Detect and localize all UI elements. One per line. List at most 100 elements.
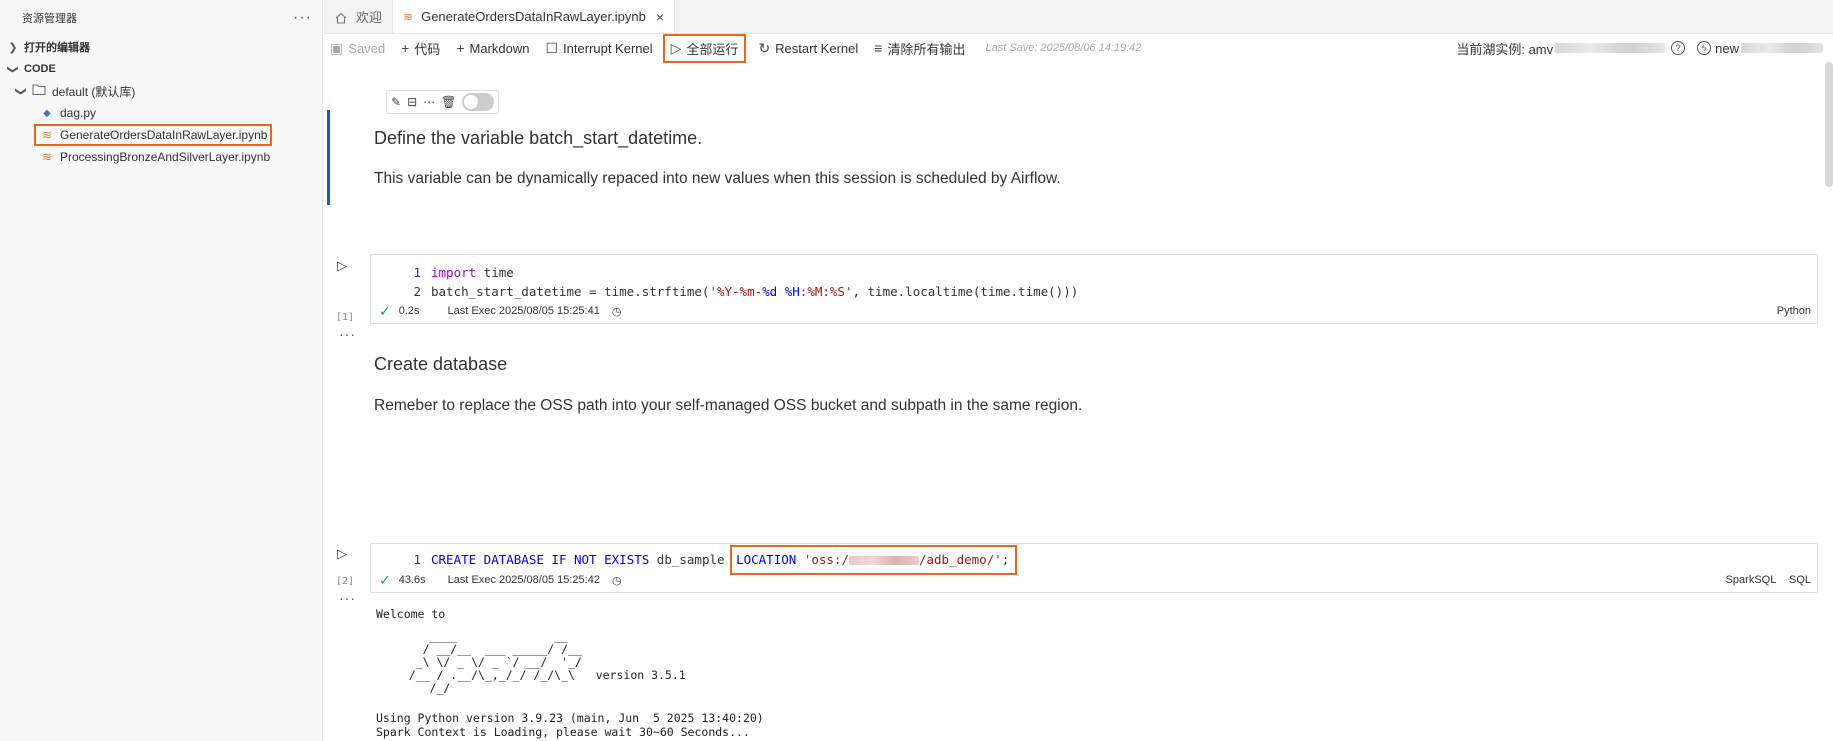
success-check-icon: ✓ — [379, 571, 391, 588]
delete-icon[interactable]: 🗑 — [441, 95, 456, 109]
lightning-icon[interactable]: ϟ — [1697, 41, 1712, 55]
markdown-heading: Create database — [374, 354, 508, 374]
open-editors-section[interactable]: ❯ 打开的编辑器 — [0, 36, 322, 58]
exec-duration: 0.2s — [398, 305, 420, 317]
add-code-label: 代码 — [414, 41, 441, 57]
explorer-title: 资源管理器 — [22, 13, 77, 25]
code-cell-2[interactable]: 1 CREATE DATABASE IF NOT EXISTS db_sample… — [370, 543, 1818, 593]
output-spark-loading: Spark Context is Loading, please wait 30… — [376, 725, 750, 739]
cell-status-bar: ✓ 0.2s Last Exec 2025/08/05 15:25:41 ◷ P… — [371, 303, 1817, 319]
interrupt-kernel-label: Interrupt Kernel — [563, 40, 653, 56]
file-item-processing-bronze[interactable]: ≋ ProcessingBronzeAndSilverLayer.ipynb — [0, 146, 322, 168]
play-icon: ▷ — [670, 39, 682, 56]
close-icon[interactable]: × — [656, 9, 664, 25]
tab-welcome[interactable]: 欢迎 — [324, 0, 392, 33]
file-label: ProcessingBronzeAndSilverLayer.ipynb — [60, 150, 271, 164]
cell-language-sparksql[interactable]: SparkSQL — [1726, 574, 1776, 586]
execution-count: [1] — [336, 312, 355, 323]
cell-more-button[interactable]: ··· — [339, 590, 356, 606]
cell-status-bar: ✓ 43.6s Last Exec 2025/08/05 15:25:42 ◷ … — [371, 572, 1817, 588]
output-welcome: Welcome to — [376, 607, 446, 621]
restart-icon: ↻ — [758, 39, 771, 56]
explorer-sidebar: 资源管理器 ··· ❯ 打开的编辑器 ❯ CODE ❯ default (默认库… — [0, 0, 323, 741]
history-icon[interactable]: ◷ — [612, 574, 622, 587]
chevron-down-icon: ❯ — [14, 86, 27, 96]
cell-action-toolbar: ✎ ⊟ ⋯ 🗑 — [386, 90, 500, 114]
instance-label: 当前湖实例: amv — [1456, 41, 1554, 57]
notebook-file-icon: ≋ — [41, 150, 53, 164]
exec-duration: 43.6s — [398, 574, 426, 586]
chevron-right-icon: ❯ — [8, 41, 18, 54]
chevron-down-icon: ❯ — [6, 64, 19, 74]
code-section-label: CODE — [24, 63, 56, 75]
success-check-icon: ✓ — [379, 302, 391, 319]
saved-label: Saved — [348, 40, 386, 56]
last-exec-time: Last Exec 2025/08/05 15:25:42 — [447, 574, 600, 586]
code-editor[interactable]: 1 CREATE DATABASE IF NOT EXISTS db_sample… — [371, 544, 1817, 575]
folder-label: default (默认库) — [52, 84, 136, 99]
clear-outputs-label: 清除所有输出 — [887, 41, 966, 57]
explorer-header: 资源管理器 ··· — [0, 0, 322, 36]
notebook-file-icon: ≋ — [41, 128, 53, 142]
restart-kernel-label: Restart Kernel — [775, 40, 859, 56]
instance-info: 当前湖实例: amv ? ϟ new — [1456, 34, 1823, 62]
active-cell-indicator — [327, 110, 330, 205]
run-all-label: 全部运行 — [686, 41, 739, 57]
execution-count: [2] — [336, 576, 355, 587]
last-save-text: Last Save: 2025/08/06 14:19:42 — [985, 42, 1142, 54]
code-line: 1 CREATE DATABASE IF NOT EXISTS db_sample… — [371, 545, 1817, 575]
add-markdown-button[interactable]: + Markdown — [456, 40, 529, 56]
help-icon[interactable]: ? — [1671, 41, 1686, 55]
edit-icon[interactable]: ✎ — [391, 95, 401, 109]
file-label: GenerateOrdersDataInRawLayer.ipynb — [60, 128, 268, 142]
tab-generate-orders[interactable]: ≋ GenerateOrdersDataInRawLayer.ipynb × — [392, 0, 675, 33]
split-cell-icon[interactable]: ⊟ — [407, 95, 417, 109]
code-cell-1[interactable]: 1 import time 2 batch_start_datetime = tim… — [370, 254, 1818, 324]
markdown-heading: Define the variable batch_start_datetime… — [374, 128, 703, 148]
folder-icon — [32, 84, 46, 98]
plus-icon: + — [456, 40, 465, 56]
markdown-paragraph: Remeber to replace the OSS path into you… — [374, 397, 1083, 414]
explorer-more-button[interactable]: ··· — [293, 9, 312, 27]
run-cell-button[interactable]: ▷ — [337, 546, 347, 562]
cell-language-sql[interactable]: SQL — [1789, 574, 1811, 586]
file-item-dag[interactable]: ◆ dag.py — [0, 102, 322, 124]
add-markdown-label: Markdown — [469, 40, 530, 56]
cell-language[interactable]: Python — [1777, 305, 1811, 317]
tab-label: GenerateOrdersDataInRawLayer.ipynb — [421, 9, 646, 24]
notebook-toolbar: ▣ Saved + 代码 + Markdown ☐ Interrupt Kern… — [324, 33, 1833, 63]
folder-default[interactable]: ❯ default (默认库) — [0, 80, 322, 102]
run-cell-button[interactable]: ▷ — [337, 258, 347, 274]
saved-button[interactable]: ▣ Saved — [330, 40, 385, 57]
editor-area: 欢迎 ≋ GenerateOrdersDataInRawLayer.ipynb … — [324, 0, 1833, 741]
redacted-new-name — [1741, 43, 1823, 53]
cell-language-group[interactable]: SparkSQL SQL — [1726, 574, 1811, 586]
code-line: 2 batch_start_datetime = time.strftime('%… — [413, 284, 1079, 299]
redacted-instance-id — [1555, 43, 1666, 53]
cell-more-button[interactable]: ··· — [339, 326, 356, 342]
run-all-button[interactable]: ▷ 全部运行 — [662, 33, 747, 63]
file-item-generate-orders[interactable]: ≋ GenerateOrdersDataInRawLayer.ipynb — [0, 124, 322, 146]
interrupt-kernel-button[interactable]: ☐ Interrupt Kernel — [545, 40, 652, 57]
more-icon[interactable]: ⋯ — [423, 95, 435, 109]
last-exec-time: Last Exec 2025/08/05 15:25:41 — [447, 305, 600, 317]
tab-bar: 欢迎 ≋ GenerateOrdersDataInRawLayer.ipynb … — [324, 0, 1833, 34]
add-code-button[interactable]: + 代码 — [401, 39, 440, 58]
home-icon — [334, 11, 348, 24]
tab-label: 欢迎 — [356, 10, 383, 25]
restart-kernel-button[interactable]: ↻ Restart Kernel — [758, 40, 858, 57]
notebook-file-icon: ≋ — [403, 9, 414, 24]
code-editor[interactable]: 1 import time 2 batch_start_datetime = tim… — [371, 255, 1817, 301]
history-icon[interactable]: ◷ — [612, 305, 622, 318]
clear-outputs-button[interactable]: ≡ 清除所有输出 — [874, 39, 965, 58]
markdown-toggle[interactable] — [462, 93, 495, 111]
new-label[interactable]: new — [1715, 41, 1739, 56]
output-python-version: Using Python version 3.9.23 (main, Jun 5… — [376, 711, 764, 725]
code-section[interactable]: ❯ CODE — [0, 58, 322, 80]
python-file-icon: ◆ — [43, 107, 51, 119]
spark-ascii-logo: ____ __ / __/__ ___ _____/ /__ _\ \/ _ \… — [408, 629, 686, 695]
vertical-scrollbar[interactable] — [1825, 62, 1833, 187]
markdown-paragraph: This variable can be dynamically repaced… — [374, 170, 1061, 187]
location-highlight-box: LOCATION 'oss://adb_demo/'; — [730, 545, 1018, 575]
file-highlight-box: ≋ GenerateOrdersDataInRawLayer.ipynb — [34, 124, 273, 146]
